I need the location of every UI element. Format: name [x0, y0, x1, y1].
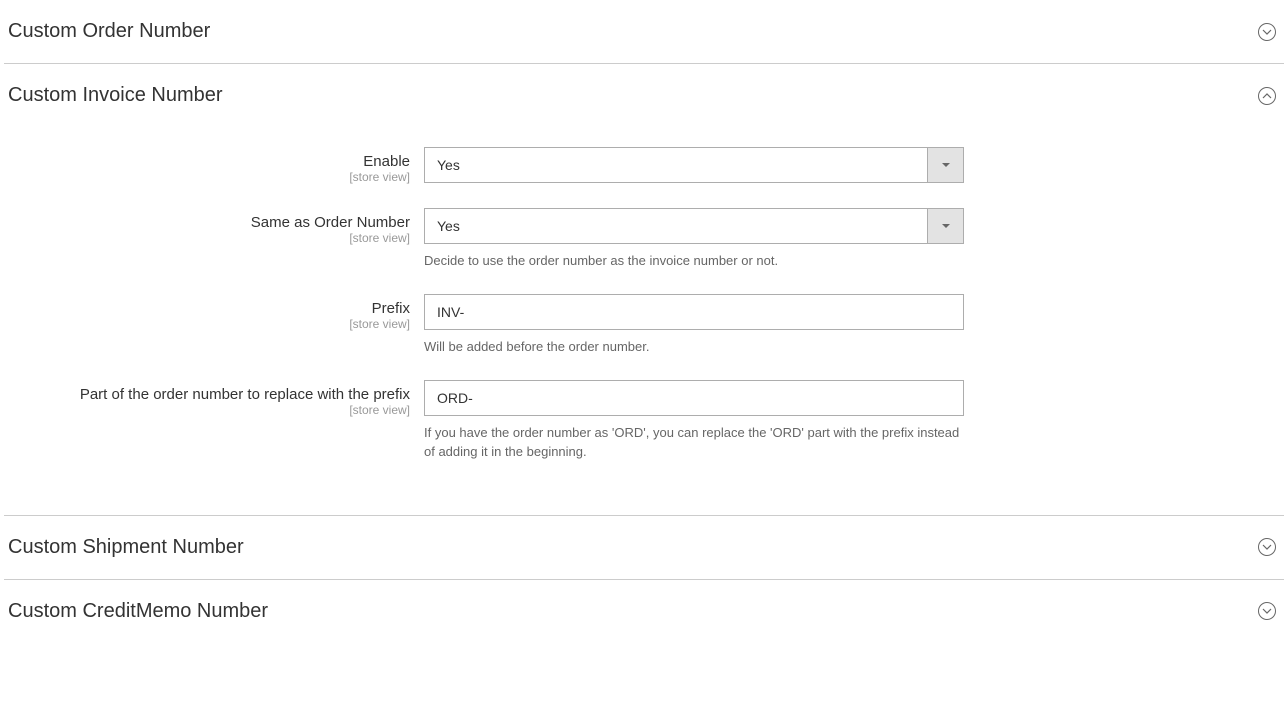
input-replace-part[interactable] [424, 380, 964, 416]
section-header-invoice[interactable]: Custom Invoice Number [4, 64, 1284, 127]
scope-prefix: [store view] [4, 317, 410, 331]
chevron-up-icon [1258, 87, 1276, 105]
section-title-creditmemo: Custom CreditMemo Number [4, 600, 268, 623]
section-body-invoice: Enable [store view] Yes Same as Order Nu… [4, 127, 1284, 515]
label-prefix: Prefix [4, 300, 410, 317]
caret-down-icon [927, 209, 963, 243]
section-title-invoice: Custom Invoice Number [4, 84, 223, 107]
chevron-down-icon [1258, 602, 1276, 620]
label-replace-part: Part of the order number to replace with… [4, 386, 410, 403]
label-same-as-order: Same as Order Number [4, 214, 410, 231]
section-title-order: Custom Order Number [4, 20, 210, 43]
note-replace-part: If you have the order number as 'ORD', y… [424, 424, 964, 460]
select-enable-value: Yes [425, 148, 927, 182]
section-header-order[interactable]: Custom Order Number [4, 0, 1284, 63]
chevron-down-icon [1258, 538, 1276, 556]
label-enable: Enable [4, 153, 410, 170]
section-header-shipment[interactable]: Custom Shipment Number [4, 516, 1284, 579]
section-title-shipment: Custom Shipment Number [4, 536, 244, 559]
note-same-as-order: Decide to use the order number as the in… [424, 252, 964, 270]
scope-enable: [store view] [4, 170, 410, 184]
input-prefix[interactable] [424, 294, 964, 330]
scope-same-as-order: [store view] [4, 231, 410, 245]
select-same-as-order[interactable]: Yes [424, 208, 964, 244]
select-enable[interactable]: Yes [424, 147, 964, 183]
caret-down-icon [927, 148, 963, 182]
section-header-creditmemo[interactable]: Custom CreditMemo Number [4, 580, 1284, 643]
select-same-as-order-value: Yes [425, 209, 927, 243]
chevron-down-icon [1258, 23, 1276, 41]
note-prefix: Will be added before the order number. [424, 338, 964, 356]
scope-replace-part: [store view] [4, 403, 410, 417]
